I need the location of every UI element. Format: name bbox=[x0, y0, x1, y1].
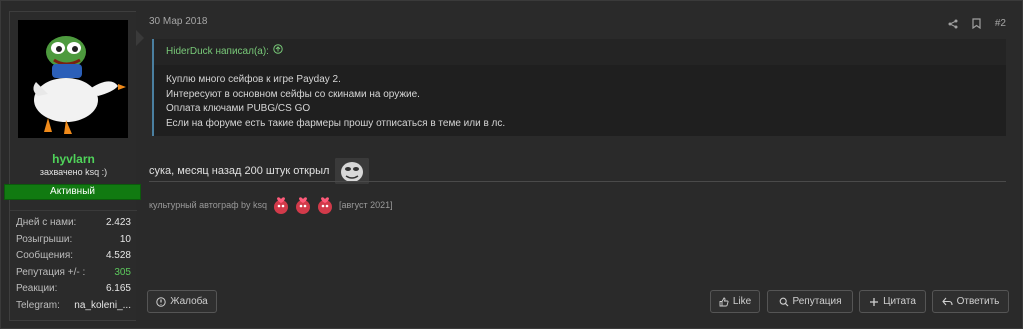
stat-label: Реакции: bbox=[16, 283, 58, 295]
stat-label: Репутация +/- : bbox=[16, 266, 86, 278]
quote-header[interactable]: HiderDuck написал(а): bbox=[154, 39, 1006, 65]
message-text: сука, месяц назад 200 штук открыл bbox=[149, 165, 330, 177]
stat-telegram: Telegram: na_koleni_... bbox=[10, 298, 137, 315]
signature: культурный автограф by ksq [август 2021] bbox=[149, 195, 393, 215]
alert-circle-icon bbox=[156, 296, 166, 307]
stat-value: 4.528 bbox=[105, 250, 131, 262]
quote-line: Куплю много сейфов к игре Payday 2. bbox=[166, 74, 341, 85]
signature-emojis bbox=[271, 195, 335, 215]
stat-messages: Сообщения: 4.528 bbox=[10, 248, 137, 265]
plus-icon bbox=[869, 297, 879, 307]
heart-emoji-icon bbox=[318, 197, 332, 214]
reply-label: Ответить bbox=[956, 296, 1000, 307]
stat-value: 305 bbox=[114, 266, 131, 278]
like-button[interactable]: Like bbox=[710, 290, 760, 313]
reply-icon bbox=[941, 297, 953, 307]
signature-text: культурный автограф by ksq bbox=[149, 200, 267, 210]
user-panel-arrow bbox=[136, 30, 144, 46]
report-button[interactable]: Жалоба bbox=[147, 290, 217, 313]
quote-block: HiderDuck написал(а): Куплю много сейфов… bbox=[152, 39, 1006, 136]
stat-label: Telegram: bbox=[16, 299, 60, 311]
user-stats: Дней с нами: 2.423 Розыгрыши: 10 Сообщен… bbox=[10, 210, 137, 315]
heart-emoji-icon bbox=[274, 197, 288, 214]
quote-label: Цитата bbox=[883, 296, 916, 307]
heart-emoji-icon bbox=[296, 197, 310, 214]
stat-value: 2.423 bbox=[105, 217, 131, 228]
stat-days: Дней с нами: 2.423 bbox=[10, 215, 137, 232]
forum-post: hyvlarn захвачено ksq :) Активный Дней с… bbox=[0, 0, 1023, 329]
stat-value: 6.165 bbox=[105, 283, 131, 295]
signature-divider bbox=[149, 181, 1006, 182]
arrow-up-circle-icon[interactable] bbox=[273, 39, 283, 65]
search-icon bbox=[779, 297, 789, 307]
stat-giveaways: Розыгрыши: 10 bbox=[10, 232, 137, 249]
quote-line: Интересуют в основном сейфы со скинами н… bbox=[166, 88, 420, 100]
quote-line: Оплата ключами PUBG/CS GO bbox=[166, 103, 311, 114]
quote-button[interactable]: Цитата bbox=[859, 290, 926, 313]
quote-body: Куплю много сейфов к игре Payday 2. Инте… bbox=[154, 65, 1006, 139]
username[interactable]: hyvlarn bbox=[10, 152, 137, 166]
report-label: Жалоба bbox=[170, 296, 208, 307]
post-date[interactable]: 30 Мар 2018 bbox=[149, 16, 208, 27]
like-label: Like bbox=[732, 296, 752, 307]
avatar[interactable] bbox=[18, 20, 128, 138]
stat-reputation: Репутация +/- : 305 bbox=[10, 265, 137, 282]
user-title: захвачено ksq :) bbox=[39, 167, 108, 177]
stat-label: Розыгрыши: bbox=[16, 233, 73, 245]
stat-label: Сообщения: bbox=[16, 250, 74, 262]
share-icon[interactable] bbox=[948, 19, 958, 29]
status-badge: Активный bbox=[4, 184, 141, 200]
user-panel: hyvlarn захвачено ksq :) Активный Дней с… bbox=[4, 11, 141, 321]
post-number[interactable]: #2 bbox=[995, 18, 1006, 29]
reply-button[interactable]: Ответить bbox=[932, 290, 1009, 313]
thumbs-up-icon bbox=[719, 297, 729, 307]
post-actions: #2 bbox=[948, 18, 1006, 29]
stat-reactions: Реакции: 6.165 bbox=[10, 281, 137, 298]
stat-value: 10 bbox=[119, 233, 131, 245]
reputation-button[interactable]: Репутация bbox=[767, 290, 853, 313]
signature-date: [август 2021] bbox=[339, 200, 393, 210]
bookmark-icon[interactable] bbox=[972, 18, 981, 29]
stat-value: na_koleni_... bbox=[74, 299, 131, 311]
stat-label: Дней с нами: bbox=[16, 217, 77, 228]
quote-author[interactable]: HiderDuck написал(а): bbox=[166, 39, 269, 65]
quote-line: Если на форуме есть такие фармеры прошу … bbox=[166, 117, 506, 129]
reputation-label: Репутация bbox=[792, 296, 842, 307]
